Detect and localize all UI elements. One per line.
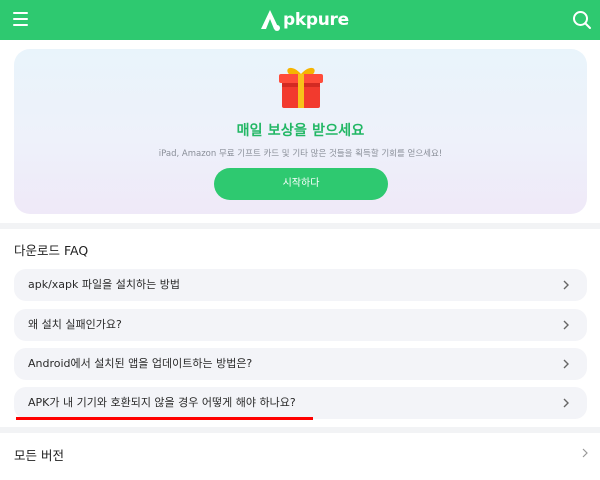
chevron-right-icon [582, 448, 588, 458]
apkpure-logo[interactable]: pkpure [258, 7, 349, 33]
section-divider [0, 223, 600, 229]
start-button[interactable]: 시작하다 [214, 168, 388, 200]
faq-item[interactable]: apk/xapk 파일을 설치하는 방법 [14, 269, 587, 301]
all-versions-label: 모든 버전 [14, 448, 64, 463]
hamburger-menu-icon[interactable] [13, 12, 28, 26]
faq-question: apk/xapk 파일을 설치하는 방법 [28, 278, 180, 291]
faq-item[interactable]: APK가 내 기기와 호환되지 않을 경우 어떻게 해야 하나요? [14, 387, 587, 419]
faq-heading: 다운로드 FAQ [14, 243, 89, 258]
top-header: pkpure [0, 0, 600, 40]
faq-question: Android에서 설치된 앱을 업데이트하는 방법은? [28, 357, 253, 370]
faq-question: 왜 설치 실패인가요? [28, 318, 122, 331]
reward-subtitle: iPad, Amazon 무료 기프트 카드 및 기타 많은 것들을 획득할 기… [158, 149, 443, 159]
faq-item[interactable]: 왜 설치 실패인가요? [14, 309, 587, 341]
gift-box-icon [279, 67, 323, 108]
section-divider [0, 427, 600, 433]
daily-reward-card: 매일 보상을 받으세요 iPad, Amazon 무료 기프트 카드 및 기타 … [14, 49, 587, 214]
highlight-underline [16, 417, 313, 420]
chevron-right-icon [563, 280, 569, 290]
logo-text: pkpure [283, 10, 349, 30]
faq-question: APK가 내 기기와 호환되지 않을 경우 어떻게 해야 하나요? [28, 396, 296, 409]
reward-title: 매일 보상을 받으세요 [236, 123, 365, 139]
apkpure-logo-mark [261, 10, 280, 31]
all-versions-row[interactable]: 모든 버전 [0, 437, 600, 471]
chevron-right-icon [563, 359, 569, 369]
chevron-right-icon [563, 320, 569, 330]
faq-item[interactable]: Android에서 설치된 앱을 업데이트하는 방법은? [14, 348, 587, 380]
chevron-right-icon [563, 398, 569, 408]
search-icon[interactable] [572, 10, 592, 30]
